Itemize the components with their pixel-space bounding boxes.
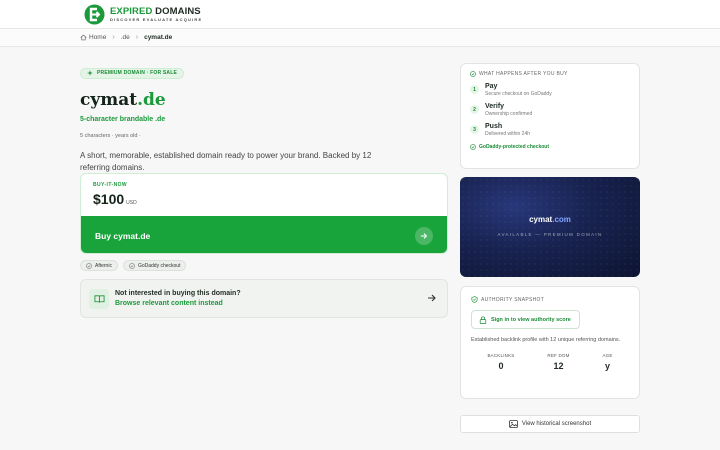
stat-age: AGE y [602, 353, 612, 371]
check-circle-icon [470, 71, 476, 77]
browse-content-link[interactable]: Browse relevant content instead [115, 300, 241, 307]
step-verify: 2 Verify Ownership confirmed [470, 103, 630, 117]
check-circle-icon [86, 262, 92, 269]
step-number: 3 [470, 125, 479, 134]
arrow-right-icon [428, 294, 436, 302]
image-icon [509, 420, 518, 428]
domain-name: cymat [80, 90, 138, 110]
stat-label: BACKLINKS [487, 353, 515, 358]
authority-snapshot-card: AUTHORITY SNAPSHOT Sign in to view autho… [460, 286, 640, 399]
buy-domain-button-label: Buy cymat.de [95, 230, 151, 241]
book-icon [89, 288, 109, 309]
browse-content-card[interactable]: Not interested in buying this domain? Br… [80, 279, 448, 318]
after-purchase-heading: WHAT HAPPENS AFTER YOU BUY [470, 71, 630, 77]
domain-overview: PREMIUM DOMAIN · FOR SALE cymat.de 5-cha… [80, 63, 448, 174]
home-icon [80, 34, 87, 41]
after-purchase-card: WHAT HAPPENS AFTER YOU BUY 1 Pay Secure … [460, 63, 640, 169]
step-subtitle: Delivered within 24h [485, 131, 531, 137]
domain-subtitle: 5-character brandable .de [80, 116, 166, 123]
view-historical-screenshot-label: View historical screenshot [521, 421, 592, 427]
domain-meta: 5 characters · years old · [80, 133, 141, 139]
step-number: 2 [470, 105, 479, 114]
step-subtitle: Ownership confirmed [485, 111, 533, 117]
premium-badge: PREMIUM DOMAIN · FOR SALE [80, 67, 184, 79]
stat-backlinks: BACKLINKS 0 [487, 353, 514, 371]
marketplace-chips: Afternic GoDaddy checkout [80, 260, 187, 271]
step-push: 3 Push Delivered within 24h [470, 123, 630, 137]
arrow-right-icon [415, 226, 433, 245]
brand-tagline: DISCOVER EVALUATE ACQUIRE [110, 16, 203, 22]
step-subtitle: Secure checkout on GoDaddy [485, 91, 552, 97]
buy-it-now-label: BUY-IT-NOW [93, 182, 127, 188]
step-title: Verify [485, 103, 505, 110]
preview-domain: cymat.com [460, 215, 640, 224]
breadcrumb-current: cymat.de [144, 34, 173, 41]
step-number: 1 [470, 85, 479, 94]
brand-name-part1: EXPIRED [110, 6, 153, 18]
breadcrumb-tld[interactable]: .de [121, 34, 130, 41]
brand-logo[interactable]: EXPIRED DOMAINS DISCOVER EVALUATE ACQUIR… [84, 4, 202, 25]
price: $100 [93, 191, 125, 207]
authority-heading: AUTHORITY SNAPSHOT [471, 296, 629, 303]
protected-checkout-note: GoDaddy-protected checkout [470, 144, 630, 150]
dot-pattern [460, 177, 640, 277]
sparkle-icon [87, 70, 93, 76]
chevron-right-icon: › [135, 34, 139, 41]
chevron-right-icon: › [112, 34, 115, 41]
buy-card: BUY-IT-NOW $100 USD Buy cymat.de [80, 173, 448, 254]
preview-subtitle: AVAILABLE — PREMIUM DOMAIN [497, 232, 603, 237]
step-title: Pay [485, 83, 498, 90]
chip-afternic: Afternic [80, 260, 118, 271]
step-title: Push [485, 123, 503, 130]
preview-domain-name: cymat [529, 215, 553, 224]
domain-preview-banner: cymat.com AVAILABLE — PREMIUM DOMAIN [460, 177, 640, 277]
domain-tld: .de [137, 90, 166, 110]
check-circle-icon [470, 144, 476, 150]
authority-description: Established backlink profile with 12 uni… [471, 337, 621, 343]
after-purchase-heading-label: WHAT HAPPENS AFTER YOU BUY [479, 71, 568, 77]
domain-description: A short, memorable, established domain r… [80, 151, 372, 172]
chip-godaddy-label: GoDaddy checkout [137, 262, 181, 269]
chip-afternic-label: Afternic [95, 262, 112, 269]
sign-in-authority-label: Sign in to view authority score [491, 316, 571, 323]
breadcrumb-home[interactable]: Home [80, 34, 106, 41]
buy-domain-button[interactable]: Buy cymat.de [81, 216, 447, 253]
check-circle-icon [129, 262, 135, 269]
sign-in-authority-button[interactable]: Sign in to view authority score [471, 310, 580, 329]
view-historical-screenshot-button[interactable]: View historical screenshot [460, 415, 640, 433]
protected-checkout-label: GoDaddy-protected checkout [479, 144, 550, 150]
stat-ref-dom: REF DOM 12 [547, 353, 569, 371]
stat-label: AGE [602, 353, 613, 358]
domain-title: cymat.de [80, 90, 448, 110]
authority-stats: BACKLINKS 0 REF DOM 12 AGE y [471, 353, 629, 371]
chip-godaddy: GoDaddy checkout [122, 260, 187, 271]
premium-badge-label: PREMIUM DOMAIN · FOR SALE [97, 70, 177, 76]
authority-heading-label: AUTHORITY SNAPSHOT [481, 296, 545, 303]
brand-name-part2: DOMAINS [155, 6, 201, 18]
breadcrumb: Home › .de › cymat.de [0, 29, 720, 47]
breadcrumb-home-label: Home [89, 34, 107, 41]
logo-mark-icon [84, 4, 105, 25]
preview-domain-tld: .com [552, 215, 571, 224]
stat-value: 0 [498, 361, 504, 371]
step-pay: 1 Pay Secure checkout on GoDaddy [470, 83, 630, 97]
stat-label: REF DOM [547, 353, 570, 358]
stat-value: 12 [553, 361, 564, 371]
top-bar: EXPIRED DOMAINS DISCOVER EVALUATE ACQUIR… [0, 0, 720, 29]
lock-icon [479, 315, 487, 324]
stat-value: y [604, 361, 610, 371]
currency: USD [126, 200, 137, 206]
alt-question: Not interested in buying this domain? [115, 290, 241, 297]
shield-icon [471, 296, 478, 303]
